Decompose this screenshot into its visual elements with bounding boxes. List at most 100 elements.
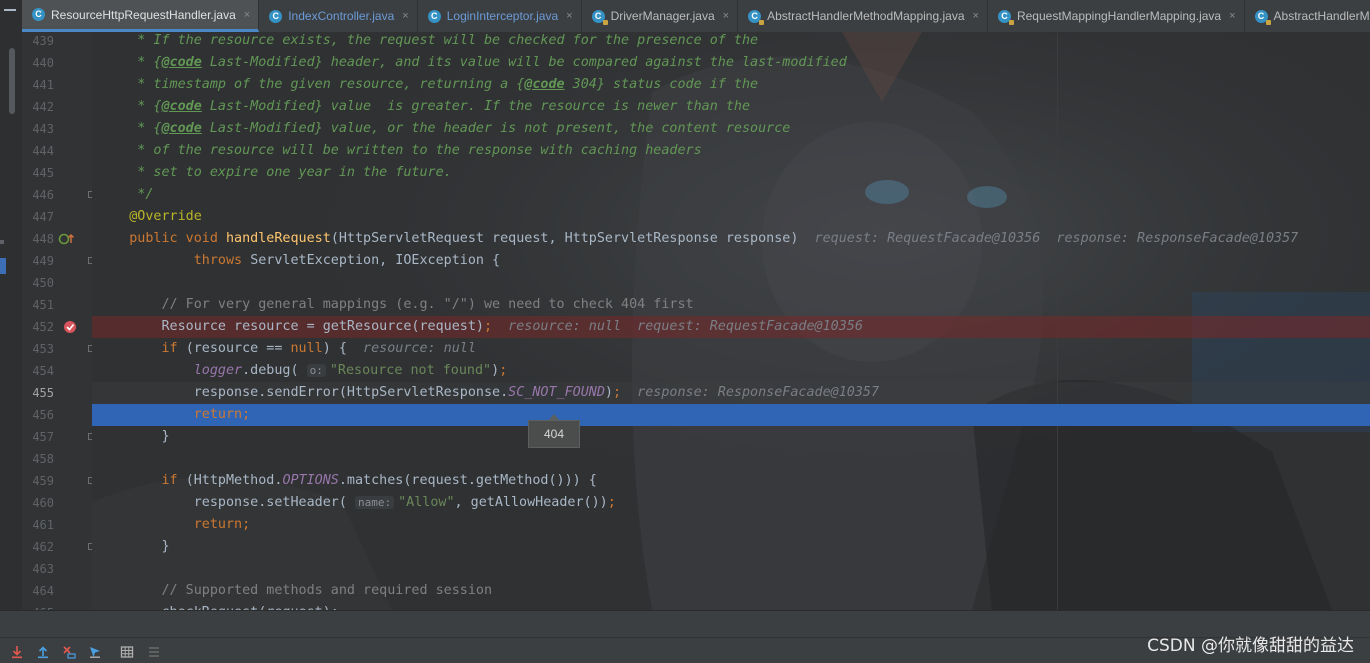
code-token: * If the resource exists, the request wi… <box>97 33 759 48</box>
code-token: Last-Modified} value, or the header is n… <box>201 121 791 136</box>
code-token: if <box>97 341 186 356</box>
code-text: Resource resource = getResource(request)… <box>97 316 862 338</box>
code-line[interactable]: * If the resource exists, the request wi… <box>92 32 1370 52</box>
close-icon[interactable]: × <box>566 10 572 22</box>
line-number[interactable]: 442 <box>22 96 54 118</box>
line-number[interactable]: 463 <box>22 558 54 580</box>
code-line[interactable]: */ <box>92 184 1370 206</box>
code-token: if <box>97 473 186 488</box>
code-line[interactable]: return; <box>92 514 1370 536</box>
line-number[interactable]: 452 <box>22 316 54 338</box>
line-number[interactable]: 439 <box>22 30 54 52</box>
line-number[interactable]: 459 <box>22 470 54 492</box>
code-line[interactable]: * of the resource will be written to the… <box>92 140 1370 162</box>
breakpoint-icon[interactable] <box>62 316 78 338</box>
watermark-text: CSDN @你就像甜甜的益达 <box>1147 636 1354 656</box>
code-line[interactable]: // Supported methods and required sessio… <box>92 580 1370 602</box>
line-number[interactable]: 454 <box>22 360 54 382</box>
code-line[interactable]: * set to expire one year in the future. <box>92 162 1370 184</box>
code-token: @code <box>524 77 565 92</box>
line-number[interactable]: 441 <box>22 74 54 96</box>
code-text: * {@code Last-Modified} value is greater… <box>97 96 750 118</box>
code-line[interactable] <box>92 448 1370 470</box>
code-line[interactable]: * {@code Last-Modified} value is greater… <box>92 96 1370 118</box>
line-number[interactable]: 451 <box>22 294 54 316</box>
close-icon[interactable]: × <box>244 9 250 21</box>
code-line[interactable]: response.setHeader( name: "Allow", getAll… <box>92 492 1370 514</box>
line-number[interactable]: 443 <box>22 118 54 140</box>
line-number[interactable]: 440 <box>22 52 54 74</box>
line-number[interactable]: 458 <box>22 448 54 470</box>
code-line[interactable]: checkRequest(request); <box>92 602 1370 610</box>
code-line[interactable]: * {@code Last-Modified} value, or the he… <box>92 118 1370 140</box>
code-line[interactable]: Resource resource = getResource(request)… <box>92 316 1370 338</box>
code-line[interactable]: response.sendError(HttpServletResponse.S… <box>92 382 1370 404</box>
tab-4[interactable]: C AbstractHandlerMethodMapping.java × <box>738 0 988 32</box>
line-number[interactable]: 453 <box>22 338 54 360</box>
code-token: Resource resource = getResource(request) <box>97 319 484 334</box>
table-grid-icon[interactable] <box>120 645 134 659</box>
code-token: return; <box>97 407 251 422</box>
line-number[interactable]: 460 <box>22 492 54 514</box>
close-step-icon[interactable] <box>62 645 76 659</box>
code-line[interactable]: public void handleRequest(HttpServletReq… <box>92 228 1370 250</box>
line-number[interactable]: 462 <box>22 536 54 558</box>
code-token: Last-Modified} value is greater. If the … <box>201 99 751 114</box>
line-number[interactable]: 446 <box>22 184 54 206</box>
code-line[interactable]: // For very general mappings (e.g. "/") … <box>92 294 1370 316</box>
code-editor[interactable]: * If the resource exists, the request wi… <box>92 32 1370 610</box>
tab-label: AbstractHandlerMethodMapping.java <box>767 9 965 23</box>
close-icon[interactable]: × <box>973 10 979 22</box>
code-line[interactable]: @Override <box>92 206 1370 228</box>
download-arrow-icon[interactable] <box>10 645 24 659</box>
code-token: handleRequest <box>226 231 331 246</box>
left-scroll-thumb[interactable] <box>9 48 15 114</box>
line-number[interactable]: 450 <box>22 272 54 294</box>
code-line[interactable]: * {@code Last-Modified} header, and its … <box>92 52 1370 74</box>
code-text: * {@code Last-Modified} header, and its … <box>97 52 846 74</box>
close-icon[interactable]: × <box>1229 10 1235 22</box>
code-line[interactable]: logger.debug( o: "Resource not found"); <box>92 360 1370 382</box>
code-text: response.setHeader( name: "Allow", getAll… <box>97 492 616 514</box>
line-number[interactable]: 448 <box>22 228 54 250</box>
step-cursor-icon[interactable] <box>88 645 102 659</box>
code-text: checkRequest(request); <box>97 602 338 610</box>
code-line[interactable] <box>92 558 1370 580</box>
code-line[interactable]: return; <box>92 404 1370 426</box>
line-number[interactable]: 461 <box>22 514 54 536</box>
line-number[interactable]: 447 <box>22 206 54 228</box>
code-line[interactable]: if (HttpMethod.OPTIONS.matches(request.g… <box>92 470 1370 492</box>
upload-arrow-icon[interactable] <box>36 645 50 659</box>
tab-3[interactable]: C DriverManager.java × <box>582 0 739 32</box>
code-token: // For very general mappings (e.g. "/") … <box>97 297 694 312</box>
line-number[interactable]: 464 <box>22 580 54 602</box>
override-method-icon[interactable] <box>58 228 76 250</box>
tab-0[interactable]: C ResourceHttpRequestHandler.java × <box>22 0 260 32</box>
code-line[interactable]: * timestamp of the given resource, retur… <box>92 74 1370 96</box>
line-number[interactable]: 455 <box>22 382 54 404</box>
code-token: ; <box>483 319 493 334</box>
code-token: ) { <box>322 341 347 356</box>
structure-tab-marker[interactable] <box>0 258 6 274</box>
line-number[interactable]: 445 <box>22 162 54 184</box>
code-line[interactable]: if (resource == null) { resource: null <box>92 338 1370 360</box>
code-line[interactable]: } <box>92 536 1370 558</box>
tab-5[interactable]: C RequestMappingHandlerMapping.java × <box>988 0 1245 32</box>
close-icon[interactable]: × <box>402 10 408 22</box>
collapse-dash-icon[interactable] <box>4 9 16 11</box>
list-settings-icon[interactable] <box>147 645 161 659</box>
code-token: ) <box>491 363 500 378</box>
line-number[interactable]: 456 <box>22 404 54 426</box>
code-line[interactable] <box>92 272 1370 294</box>
tab-label: ResourceHttpRequestHandler.java <box>51 7 236 22</box>
code-line[interactable]: throws ServletException, IOException { <box>92 250 1370 272</box>
code-line[interactable]: } <box>92 426 1370 448</box>
line-number[interactable]: 449 <box>22 250 54 272</box>
tab-1[interactable]: C IndexController.java × <box>259 0 418 32</box>
line-number[interactable]: 457 <box>22 426 54 448</box>
tab-6[interactable]: CAbstractHandlerMapping <box>1245 0 1370 32</box>
line-number[interactable]: 444 <box>22 140 54 162</box>
close-icon[interactable]: × <box>723 10 729 22</box>
code-token: * { <box>97 99 162 114</box>
tab-2[interactable]: C LoginInterceptor.java × <box>418 0 582 32</box>
